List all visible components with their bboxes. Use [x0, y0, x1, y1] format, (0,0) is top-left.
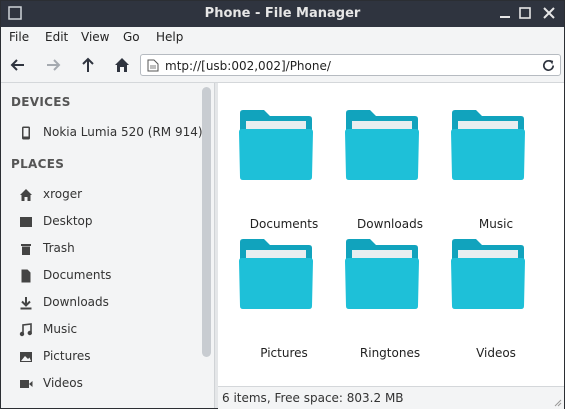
devices-heading: DEVICES [11, 95, 71, 109]
back-arrow-icon[interactable] [9, 56, 27, 74]
file-manager-window: Phone - File Manager File Edit View Go H… [0, 0, 565, 409]
resize-grip-icon[interactable] [552, 397, 562, 407]
sidebar-item-label: Music [43, 322, 78, 336]
places-heading: PLACES [11, 157, 65, 171]
folder-icon [451, 239, 525, 309]
folder-icon [239, 110, 313, 180]
close-icon[interactable] [541, 5, 557, 21]
folder-tile[interactable]: Videos [448, 236, 544, 360]
folder-tile[interactable]: Ringtones [342, 236, 438, 360]
download-icon [20, 297, 32, 310]
menu-file[interactable]: File [9, 30, 29, 44]
folder-name: Documents [249, 217, 319, 231]
folder-name: Ringtones [359, 346, 421, 360]
menu-go[interactable]: Go [123, 30, 140, 44]
home-icon [20, 189, 32, 201]
sidebar-scrollbar[interactable] [202, 87, 211, 357]
sidebar-item-trash[interactable]: Trash [19, 239, 199, 259]
window-title: Phone - File Manager [204, 6, 361, 21]
music-icon [19, 323, 32, 337]
sidebar-item-desktop[interactable]: Desktop [19, 212, 199, 232]
sidebar-item-label: Pictures [43, 349, 91, 363]
folder-icon [345, 110, 419, 180]
reload-icon[interactable] [541, 58, 556, 73]
sidebar-item-home[interactable]: xroger [19, 185, 199, 205]
menu-view[interactable]: View [81, 30, 109, 44]
folder-name: Pictures [260, 346, 308, 360]
up-arrow-icon[interactable] [79, 56, 97, 74]
folder-name: Videos [476, 346, 516, 360]
menu-help[interactable]: Help [156, 30, 183, 44]
folder-icon [451, 110, 525, 180]
video-icon [20, 380, 33, 388]
desktop-icon [20, 217, 32, 227]
phone-icon [22, 126, 30, 140]
document-icon [21, 269, 31, 283]
folder-icon [345, 239, 419, 309]
folder-tile[interactable]: Documents [236, 107, 332, 231]
folder-tile[interactable]: Music [448, 107, 544, 231]
sidebar-item-label: Nokia Lumia 520 (RM 914) [43, 125, 203, 139]
status-text: 6 items, Free space: 803.2 MB [222, 391, 404, 405]
sidebar-item-videos[interactable]: Videos [19, 374, 199, 394]
sidebar-item-pictures[interactable]: Pictures [19, 347, 199, 367]
home-icon[interactable] [113, 56, 131, 74]
minimize-icon[interactable] [497, 5, 513, 21]
sidebar-item-label: Downloads [43, 295, 109, 309]
folder-tile[interactable]: Downloads [342, 107, 438, 231]
forward-arrow-icon[interactable] [44, 56, 62, 74]
sidebar-item-label: Trash [43, 241, 75, 255]
sidebar-item-label: Desktop [43, 214, 93, 228]
picture-icon [20, 352, 32, 362]
sidebar-item-music[interactable]: Music [19, 320, 199, 340]
sidebar-item-label: Videos [43, 376, 83, 390]
status-bar: 6 items, Free space: 803.2 MB [218, 386, 564, 409]
folder-name: Downloads [357, 217, 423, 231]
menubar: File Edit View Go Help [1, 27, 564, 48]
trash-icon [21, 244, 31, 255]
sidebar-item-nokia[interactable]: Nokia Lumia 520 (RM 914) [19, 123, 203, 143]
sidebar: DEVICES Nokia Lumia 520 (RM 914) PLACES … [1, 83, 214, 408]
titlebar: Phone - File Manager [1, 1, 564, 27]
folder-tile[interactable]: Pictures [236, 236, 332, 360]
maximize-icon[interactable] [517, 5, 533, 21]
folder-icon [239, 239, 313, 309]
address-text[interactable]: mtp://[usb:002,002]/Phone/ [165, 59, 331, 73]
file-view: Documents Downloads Music Pictures Ringt… [218, 83, 564, 386]
sidebar-item-downloads[interactable]: Downloads [19, 293, 199, 313]
folder-name: Music [478, 217, 514, 231]
address-bar[interactable]: mtp://[usb:002,002]/Phone/ [140, 54, 561, 76]
sidebar-item-label: Documents [43, 268, 112, 282]
sidebar-item-documents[interactable]: Documents [19, 266, 199, 286]
sidebar-item-label: xroger [43, 187, 83, 201]
file-icon [147, 59, 159, 72]
menu-edit[interactable]: Edit [45, 30, 68, 44]
